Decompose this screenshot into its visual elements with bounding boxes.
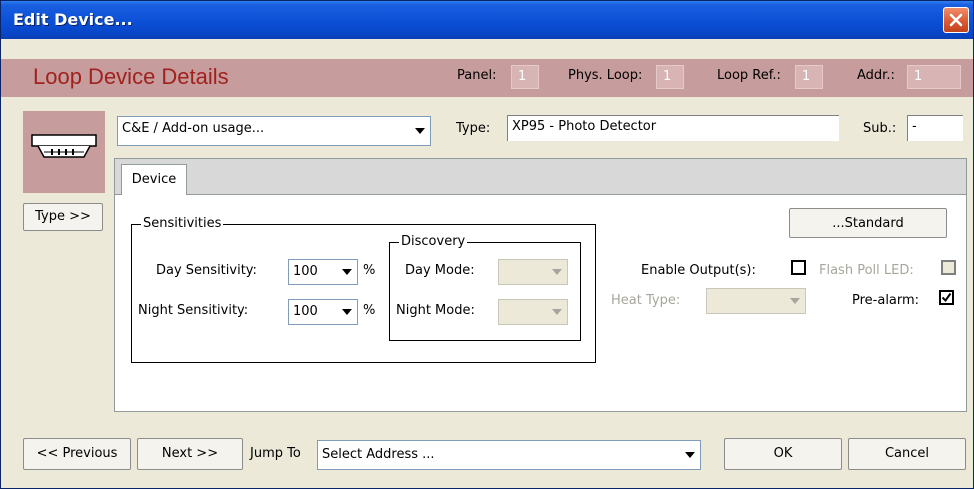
edit-device-window: Edit Device... Loop Device Details Panel… (0, 0, 974, 489)
day-mode-label: Day Mode: (405, 263, 475, 278)
phys-loop-field: 1 (656, 65, 684, 89)
page-title: Loop Device Details (33, 64, 229, 89)
flash-poll-led-label: Flash Poll LED: (819, 263, 914, 278)
standard-button[interactable]: ...Standard (789, 208, 947, 238)
discovery-legend: Discovery (399, 234, 468, 249)
checkmark-icon (941, 292, 952, 303)
discovery-group (389, 242, 581, 341)
dropdown-arrow-icon[interactable] (549, 302, 565, 322)
jump-to-label: Jump To (250, 446, 301, 461)
window-title: Edit Device... (13, 10, 133, 29)
detector-device-icon (31, 134, 97, 158)
loop-device-header: Loop Device Details Panel: 1 Phys. Loop:… (1, 59, 973, 97)
usage-select[interactable]: C&E / Add-on usage... (117, 116, 431, 146)
type-label: Type: (456, 121, 491, 136)
prealarm-label: Pre-alarm: (852, 293, 920, 308)
tab-device[interactable]: Device (121, 164, 187, 195)
loop-ref-field: 1 (795, 65, 823, 89)
addr-label: Addr.: (857, 68, 895, 83)
heat-type-label: Heat Type: (611, 293, 681, 308)
prealarm-checkbox[interactable] (939, 290, 954, 305)
close-button[interactable] (943, 7, 969, 33)
dropdown-arrow-icon[interactable] (412, 119, 428, 143)
title-bar[interactable]: Edit Device... (1, 1, 973, 39)
night-sensitivity-label: Night Sensitivity: (138, 303, 249, 318)
ok-button[interactable]: OK (724, 438, 842, 470)
jump-to-value: Select Address ... (322, 447, 435, 462)
enable-outputs-label: Enable Output(s): (641, 263, 756, 278)
day-sensitivity-unit: % (363, 263, 376, 278)
day-sensitivity-label: Day Sensitivity: (156, 263, 257, 278)
dropdown-arrow-icon[interactable] (339, 262, 355, 282)
night-mode-select[interactable] (498, 299, 568, 325)
day-sensitivity-value: 100 (293, 264, 318, 279)
panel-label: Panel: (457, 68, 497, 83)
next-button[interactable]: Next >> (137, 438, 243, 470)
device-icon-panel (23, 111, 105, 193)
heat-type-select[interactable] (706, 288, 806, 314)
type-button[interactable]: Type >> (23, 203, 103, 231)
panel-field: 1 (511, 65, 539, 89)
day-mode-select[interactable] (498, 259, 568, 285)
previous-button[interactable]: << Previous (23, 438, 131, 470)
flash-poll-led-checkbox[interactable] (941, 260, 956, 275)
dropdown-arrow-icon[interactable] (549, 262, 565, 282)
sensitivities-legend: Sensitivities (141, 216, 224, 231)
usage-select-value: C&E / Add-on usage... (122, 121, 265, 136)
addr-field: 1 (907, 65, 961, 89)
dropdown-arrow-icon[interactable] (787, 291, 803, 311)
type-field: XP95 - Photo Detector (507, 115, 839, 141)
tab-strip (114, 158, 967, 194)
cancel-button[interactable]: Cancel (848, 438, 966, 470)
dropdown-arrow-icon[interactable] (682, 443, 698, 467)
day-sensitivity-select[interactable]: 100 (288, 259, 358, 285)
enable-outputs-checkbox[interactable] (791, 260, 806, 275)
night-sensitivity-select[interactable]: 100 (288, 299, 358, 325)
night-sensitivity-unit: % (363, 303, 376, 318)
loop-ref-label: Loop Ref.: (717, 68, 781, 83)
sub-field: - (907, 115, 963, 141)
night-mode-label: Night Mode: (396, 303, 475, 318)
jump-to-select[interactable]: Select Address ... (317, 440, 701, 470)
sub-label: Sub.: (863, 121, 897, 136)
close-icon (949, 13, 963, 27)
night-sensitivity-value: 100 (293, 304, 318, 319)
phys-loop-label: Phys. Loop: (568, 68, 643, 83)
dropdown-arrow-icon[interactable] (339, 302, 355, 322)
